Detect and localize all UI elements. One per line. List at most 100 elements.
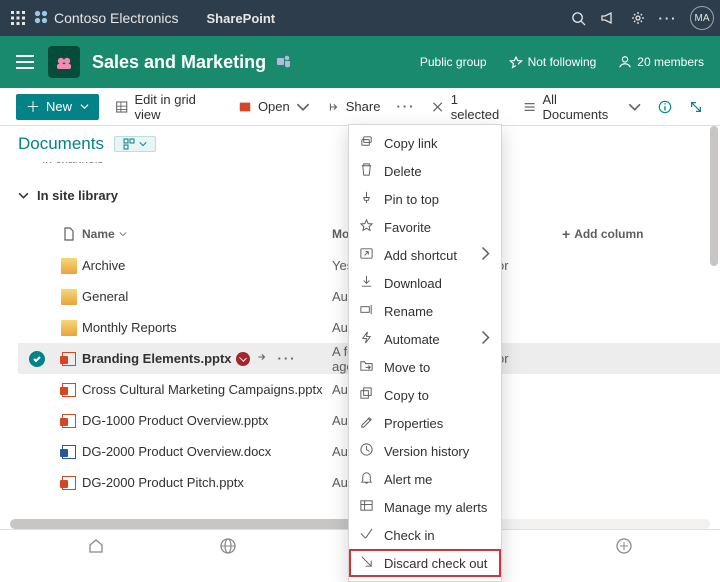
- selection-count-label: 1 selected: [451, 92, 507, 122]
- chevron-down-icon: [628, 100, 641, 114]
- menu-item-copy-link[interactable]: Copy link: [349, 129, 501, 157]
- command-bar-right: 1 selected All Documents: [431, 92, 704, 122]
- follow-button[interactable]: Not following: [509, 55, 597, 69]
- account-avatar[interactable]: MA: [690, 6, 714, 30]
- plus-icon: ＋: [26, 100, 40, 114]
- group-privacy-label: Public group: [420, 55, 487, 69]
- add-column-label: Add column: [574, 227, 643, 241]
- suite-right-controls: ··· MA: [570, 6, 714, 30]
- suite-overflow-icon[interactable]: ···: [660, 10, 676, 26]
- command-bar: ＋ New Edit in grid view Open Share ··· 1…: [0, 88, 720, 126]
- group-label: In site library: [37, 188, 118, 203]
- menu-item-label: Delete: [384, 164, 422, 179]
- site-title[interactable]: Sales and Marketing: [92, 52, 266, 73]
- chevron-right-icon: [478, 330, 493, 348]
- app-launcher-icon[interactable]: [6, 6, 30, 30]
- edit-grid-label: Edit in grid view: [134, 92, 221, 122]
- powerpoint-file-icon: [62, 476, 76, 490]
- edit-grid-button[interactable]: Edit in grid view: [115, 92, 222, 122]
- col-header-icon[interactable]: [56, 227, 82, 241]
- menu-item-label: Version history: [384, 444, 469, 459]
- teams-icon[interactable]: [276, 53, 292, 72]
- menu-item-rename[interactable]: Rename: [349, 297, 501, 325]
- menu-item-move-to[interactable]: Move to: [349, 353, 501, 381]
- checkmark-icon[interactable]: [29, 351, 45, 367]
- row-overflow-button[interactable]: ···: [278, 351, 297, 366]
- add-icon[interactable]: [615, 537, 633, 555]
- tenant-name: Contoso Electronics: [54, 10, 179, 26]
- menu-item-download[interactable]: Download: [349, 269, 501, 297]
- menu-item-icon: [359, 218, 374, 236]
- chevron-down-icon: [119, 230, 127, 238]
- chevron-down-icon: [80, 99, 89, 114]
- site-logo[interactable]: [48, 46, 80, 78]
- megaphone-icon[interactable]: [600, 10, 616, 26]
- nav-toggle-icon[interactable]: [16, 55, 34, 69]
- menu-item-pin-to-top[interactable]: Pin to top: [349, 185, 501, 213]
- powerpoint-file-icon: [62, 383, 76, 397]
- settings-icon[interactable]: [630, 10, 646, 26]
- menu-item-add-shortcut[interactable]: Add shortcut: [349, 241, 501, 269]
- view-selector[interactable]: All Documents: [523, 92, 641, 122]
- menu-item-automate[interactable]: Automate: [349, 325, 501, 353]
- menu-item-favorite[interactable]: Favorite: [349, 213, 501, 241]
- menu-item-label: Copy to: [384, 388, 429, 403]
- file-name[interactable]: General: [82, 289, 128, 304]
- col-header-name[interactable]: Name: [82, 227, 332, 241]
- search-icon[interactable]: [570, 10, 586, 26]
- file-name[interactable]: Monthly Reports: [82, 320, 177, 335]
- new-button-label: New: [46, 99, 72, 114]
- expand-button[interactable]: [689, 99, 704, 115]
- library-title: Documents: [18, 134, 104, 154]
- menu-item-icon: [359, 274, 374, 292]
- menu-item-icon: [359, 246, 374, 264]
- file-name[interactable]: DG-2000 Product Overview.docx: [82, 444, 271, 459]
- menu-item-icon: [359, 162, 374, 180]
- menu-item-alert-me[interactable]: Alert me: [349, 465, 501, 493]
- menu-item-icon: [359, 134, 374, 152]
- open-label: Open: [258, 99, 290, 114]
- menu-item-version-history[interactable]: Version history: [349, 437, 501, 465]
- file-name[interactable]: DG-1000 Product Overview.pptx: [82, 413, 268, 428]
- menu-item-label: Copy link: [384, 136, 437, 151]
- tenant-logo-icon: [34, 10, 48, 27]
- checked-out-icon: [236, 352, 250, 366]
- chevron-down-icon: [139, 140, 147, 148]
- command-overflow-button[interactable]: ···: [396, 99, 415, 114]
- members-button[interactable]: 20 members: [618, 55, 704, 69]
- chevron-down-icon: [18, 190, 29, 201]
- file-name[interactable]: Archive: [82, 258, 125, 273]
- share-label: Share: [346, 99, 381, 114]
- menu-item-label: Alert me: [384, 472, 432, 487]
- menu-item-label: Pin to top: [384, 192, 439, 207]
- menu-item-delete[interactable]: Delete: [349, 157, 501, 185]
- view-selector-label: All Documents: [542, 92, 622, 122]
- menu-item-icon: [359, 498, 374, 516]
- new-button[interactable]: ＋ New: [16, 94, 99, 120]
- menu-item-icon: [359, 302, 374, 320]
- col-header-add[interactable]: +Add column: [562, 227, 682, 241]
- menu-item-manage-my-alerts[interactable]: Manage my alerts: [349, 493, 501, 521]
- file-name[interactable]: Cross Cultural Marketing Campaigns.pptx: [82, 382, 323, 397]
- selection-count[interactable]: 1 selected: [431, 92, 507, 122]
- scrollbar-thumb[interactable]: [10, 519, 395, 529]
- tenant-brand[interactable]: Contoso Electronics: [34, 10, 179, 27]
- file-name[interactable]: Branding Elements.pptx: [82, 351, 232, 366]
- chevron-down-icon: [296, 100, 310, 114]
- vertical-scrollbar[interactable]: [710, 126, 718, 266]
- share-icon[interactable]: [254, 350, 268, 367]
- tiles-toggle[interactable]: [114, 136, 156, 152]
- suite-app-name[interactable]: SharePoint: [207, 11, 276, 26]
- file-name[interactable]: DG-2000 Product Pitch.pptx: [82, 475, 244, 490]
- menu-item-discard-check-out[interactable]: Discard check out: [349, 549, 501, 577]
- globe-icon[interactable]: [219, 537, 237, 555]
- menu-item-check-in[interactable]: Check in: [349, 521, 501, 549]
- menu-item-label: Add shortcut: [384, 248, 457, 263]
- info-pane-button[interactable]: [657, 99, 672, 115]
- menu-item-copy-to[interactable]: Copy to: [349, 381, 501, 409]
- menu-item-properties[interactable]: Properties: [349, 409, 501, 437]
- share-button[interactable]: Share: [326, 99, 381, 114]
- home-icon[interactable]: [87, 537, 105, 555]
- site-header-actions: Public group Not following 20 members: [420, 55, 704, 69]
- open-button[interactable]: Open: [238, 99, 310, 114]
